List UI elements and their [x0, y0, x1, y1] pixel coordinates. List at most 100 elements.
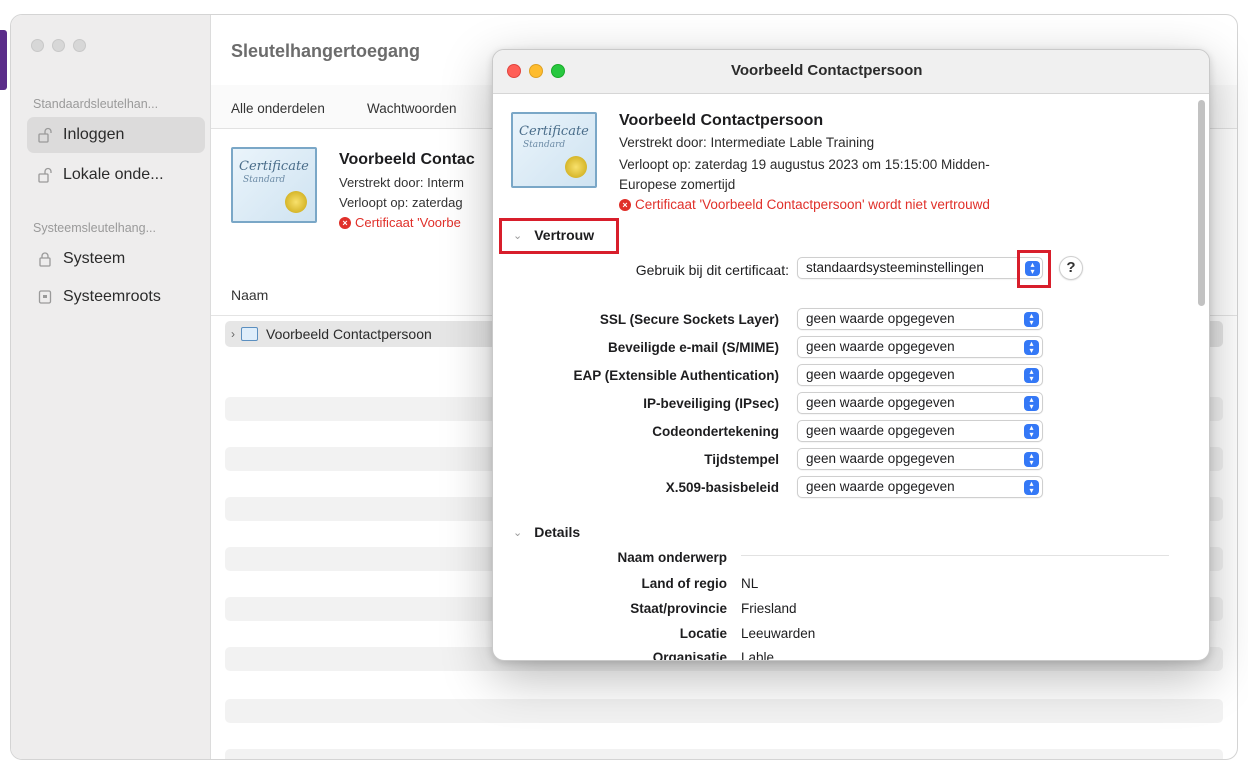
minimize-button[interactable]: [529, 64, 543, 78]
dialog-titlebar: Voorbeeld Contactpersoon: [493, 50, 1209, 94]
close-button[interactable]: [31, 39, 44, 52]
sidebar-item-label: Systeemroots: [63, 288, 161, 305]
dialog-title: Voorbeeld Contactpersoon: [731, 62, 923, 79]
sidebar-item-lokale[interactable]: Lokale onde...: [27, 157, 205, 193]
select-arrow-icon: ▴ ▾: [1024, 452, 1039, 467]
trust-label-eap: EAP (Extensible Authentication): [573, 368, 779, 383]
empty-row: [225, 749, 1223, 759]
use-certificate-value: standaardsysteeminstellingen: [806, 260, 984, 275]
select-arrow-icon: ▴ ▾: [1024, 368, 1039, 383]
trust-select-smime[interactable]: geen waarde opgegeven ▴ ▾: [797, 336, 1043, 358]
trust-error: × Certificaat 'Voorbeeld Contactpersoon'…: [619, 197, 990, 212]
divider: [741, 555, 1169, 556]
certificate-doc-icon: [241, 327, 258, 341]
trust-select-value: geen waarde opgegeven: [806, 423, 955, 438]
trust-error-text: Certificaat 'Voorbeeld Contactpersoon' w…: [635, 197, 990, 212]
trust-label-smime: Beveiligde e-mail (S/MIME): [607, 340, 779, 355]
row-label: Voorbeeld Contactpersoon: [266, 326, 432, 342]
sidebar-item-systeem[interactable]: Systeem: [27, 241, 205, 277]
preview-issuer: Verstrekt door: Interm: [339, 175, 464, 190]
details-heading: Details: [534, 524, 581, 540]
trust-label-codesign: Codeondertekening: [652, 424, 779, 439]
window-controls: [507, 64, 565, 78]
trust-select-x509[interactable]: geen waarde opgegeven ▴ ▾: [797, 476, 1043, 498]
sidebar: Standaardsleutelhan... Inloggen Lokale o…: [11, 15, 211, 759]
trust-select-value: geen waarde opgegeven: [806, 311, 955, 326]
preview-title: Voorbeeld Contac: [339, 151, 475, 168]
lock-open-icon: [37, 167, 53, 183]
detail-label-state: Staat/provincie: [630, 601, 727, 616]
detail-label-locality: Locatie: [679, 626, 727, 641]
trust-select-value: geen waarde opgegeven: [806, 339, 955, 354]
trust-section-toggle[interactable]: ⌄ Vertrouw: [513, 227, 594, 243]
detail-label-country: Land of regio: [641, 576, 728, 591]
select-arrow-icon: ▴ ▾: [1024, 424, 1039, 439]
preview-error-text: Certificaat 'Voorbe: [355, 215, 461, 230]
certificate-icon: Certificate Standard: [511, 112, 597, 188]
window-title: Sleutelhangertoegang: [231, 41, 421, 61]
detail-value-country: NL: [741, 576, 759, 591]
trust-select-value: geen waarde opgegeven: [806, 451, 955, 466]
background-app-edge: [0, 30, 7, 90]
lock-open-icon: [37, 127, 53, 143]
sidebar-section-system: Systeemsleutelhang...: [33, 221, 156, 235]
trust-label-x509: X.509-basisbeleid: [665, 480, 779, 495]
trust-select-codesign[interactable]: geen waarde opgegeven ▴ ▾: [797, 420, 1043, 442]
trust-select-value: geen waarde opgegeven: [806, 395, 955, 410]
sidebar-item-inloggen[interactable]: Inloggen: [27, 117, 205, 153]
trust-label-ssl: SSL (Secure Sockets Layer): [599, 312, 779, 327]
trust-select-ssl[interactable]: geen waarde opgegeven ▴ ▾: [797, 308, 1043, 330]
trust-select-eap[interactable]: geen waarde opgegeven ▴ ▾: [797, 364, 1043, 386]
select-arrow-icon[interactable]: ▴ ▾: [1025, 261, 1040, 276]
trust-select-ipsec[interactable]: geen waarde opgegeven ▴ ▾: [797, 392, 1043, 414]
detail-label-organization: Organisatie: [652, 650, 727, 661]
issuer-line: Verstrekt door: Intermediate Lable Train…: [619, 135, 875, 150]
trust-label-timestamp: Tijdstempel: [704, 452, 779, 467]
help-button[interactable]: ?: [1059, 256, 1083, 280]
detail-value-organization: Lable: [741, 650, 775, 661]
select-arrow-icon: ▴ ▾: [1024, 312, 1039, 327]
sidebar-item-label: Systeem: [63, 250, 126, 267]
certificate-preview: Certificate Standard Voorbeeld Contac Ve…: [231, 143, 491, 253]
chevron-right-icon[interactable]: ›: [231, 327, 235, 341]
zoom-button[interactable]: [551, 64, 565, 78]
detail-value-locality: Leeuwarden: [741, 626, 816, 641]
trust-select-timestamp[interactable]: geen waarde opgegeven ▴ ▾: [797, 448, 1043, 470]
details-section-toggle[interactable]: ⌄ Details: [513, 524, 580, 540]
error-icon: ×: [339, 216, 351, 229]
expiry-line-cont: Europese zomertijd: [619, 177, 736, 192]
certificate-icon: Certificate Standard: [231, 147, 317, 223]
select-arrow-icon: ▴ ▾: [1024, 480, 1039, 495]
zoom-button[interactable]: [73, 39, 86, 52]
chevron-down-icon: ⌄: [513, 526, 523, 539]
use-certificate-label: Gebruik bij dit certificaat:: [635, 262, 789, 278]
close-button[interactable]: [507, 64, 521, 78]
trust-select-value: geen waarde opgegeven: [806, 479, 955, 494]
certificate-name: Voorbeeld Contactpersoon: [619, 112, 824, 129]
sidebar-item-label: Lokale onde...: [63, 166, 164, 183]
trust-label-ipsec: IP-beveiliging (IPsec): [643, 396, 779, 411]
scrollbar-thumb[interactable]: [1198, 100, 1205, 306]
sidebar-section-default: Standaardsleutelhan...: [33, 97, 159, 111]
tab-passwords[interactable]: Wachtwoorden: [367, 101, 457, 116]
trust-heading: Vertrouw: [534, 227, 595, 243]
error-icon: ×: [619, 198, 631, 211]
preview-error: × Certificaat 'Voorbe: [339, 215, 461, 230]
cabinet-icon: [37, 289, 53, 305]
chevron-down-icon: ⌄: [513, 229, 523, 242]
subject-name-heading: Naam onderwerp: [617, 550, 727, 565]
lock-icon: [37, 251, 53, 267]
empty-row: [225, 699, 1223, 723]
tab-all-items[interactable]: Alle onderdelen: [231, 101, 325, 116]
expiry-line: Verloopt op: zaterdag 19 augustus 2023 o…: [619, 157, 990, 172]
use-certificate-select[interactable]: standaardsysteeminstellingen: [797, 257, 1043, 279]
detail-value-state: Friesland: [741, 601, 797, 616]
column-header-name[interactable]: Naam: [231, 287, 268, 303]
select-arrow-icon: ▴ ▾: [1024, 340, 1039, 355]
sidebar-item-label: Inloggen: [63, 126, 125, 143]
sidebar-item-systeemroots[interactable]: Systeemroots: [27, 279, 205, 315]
certificate-dialog: Voorbeeld Contactpersoon Certificate Sta…: [492, 49, 1210, 661]
trust-select-value: geen waarde opgegeven: [806, 367, 955, 382]
minimize-button[interactable]: [52, 39, 65, 52]
select-arrow-icon: ▴ ▾: [1024, 396, 1039, 411]
